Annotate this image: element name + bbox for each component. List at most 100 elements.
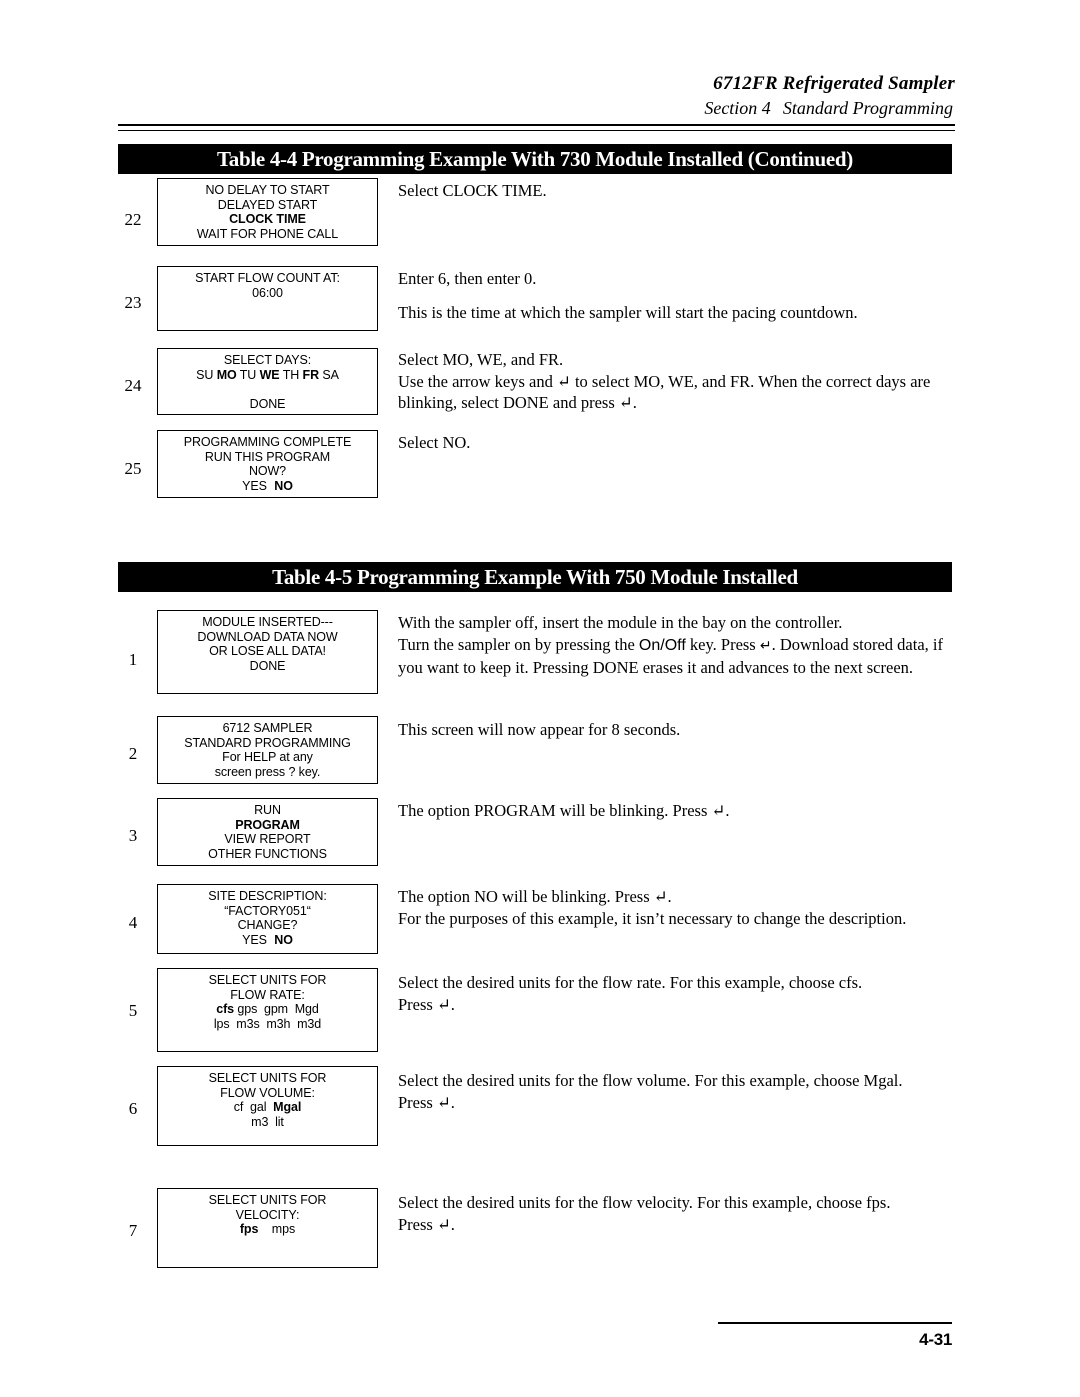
desc-paragraph: Select MO, WE, and FR. bbox=[398, 350, 564, 369]
screen-line: screen press ? key. bbox=[214, 764, 321, 779]
desc-paragraph: For the purposes of this example, it isn… bbox=[398, 908, 907, 928]
row-number: 6 bbox=[128, 1099, 138, 1118]
row-description: The option NO will be blinking. Press ↵.… bbox=[398, 886, 958, 929]
enter-key-icon: ↵ bbox=[759, 637, 772, 654]
row-number: 25 bbox=[124, 459, 142, 478]
row-description: Select the desired units for the flow vo… bbox=[398, 1070, 958, 1113]
row-number: 3 bbox=[128, 826, 138, 845]
screen-line-units: cfs gps gpm Mgd bbox=[216, 1002, 319, 1016]
desc-paragraph: This screen will now appear for 8 second… bbox=[398, 720, 681, 739]
screen-line: START FLOW COUNT AT: bbox=[195, 271, 340, 285]
desc-paragraph: Select NO. bbox=[398, 433, 471, 452]
screen-line: CHANGE? bbox=[237, 918, 298, 932]
screen-line: VIEW REPORT bbox=[224, 832, 311, 846]
lcd-screen: 6712 SAMPLER STANDARD PROGRAMMING For HE… bbox=[157, 716, 378, 784]
desc-paragraph: Press ↵. bbox=[398, 1214, 455, 1234]
row-number: 2 bbox=[128, 744, 138, 763]
screen-line-yesno: YES NO bbox=[242, 932, 293, 947]
screen-line: OTHER FUNCTIONS bbox=[208, 846, 327, 861]
desc-paragraph: Press ↵. bbox=[398, 1092, 455, 1112]
screen-line: DELAYED START bbox=[217, 197, 318, 212]
desc-paragraph: Select the desired units for the flow ve… bbox=[398, 1193, 891, 1212]
row-description: Select CLOCK TIME. bbox=[398, 180, 958, 202]
lcd-screen: SELECT UNITS FOR FLOW RATE: cfs gps gpm … bbox=[157, 968, 378, 1052]
screen-line: 6712 SAMPLER bbox=[222, 721, 313, 735]
screen-line: DONE bbox=[249, 396, 286, 411]
lcd-screen: RUN PROGRAM VIEW REPORT OTHER FUNCTIONS bbox=[157, 798, 378, 866]
row-number: 22 bbox=[124, 210, 142, 229]
screen-line-yesno: YES NO bbox=[242, 478, 293, 493]
screen-line: FLOW VOLUME: bbox=[220, 1085, 315, 1100]
row-number: 24 bbox=[124, 376, 142, 395]
page-header: 6712FR Refrigerated Sampler Section 4 Sta… bbox=[118, 72, 955, 120]
screen-line: RUN bbox=[254, 803, 281, 817]
screen-line-blank bbox=[158, 382, 377, 397]
screen-line: SELECT UNITS FOR bbox=[208, 1071, 327, 1085]
row-description: The option PROGRAM will be blinking. Pre… bbox=[398, 800, 958, 822]
screen-line: 06:00 bbox=[252, 285, 283, 300]
page-number: 4-31 bbox=[919, 1330, 952, 1349]
row-description: Select NO. bbox=[398, 432, 958, 454]
screen-line-selected: CLOCK TIME bbox=[229, 212, 306, 226]
table-4-4-caption: Table 4-4 Programming Example With 730 M… bbox=[118, 144, 952, 174]
screen-line-units: fps mps bbox=[239, 1222, 296, 1236]
desc-paragraph: The option PROGRAM will be blinking. Pre… bbox=[398, 801, 730, 820]
screen-line: For HELP at any bbox=[222, 750, 313, 764]
screen-line: RUN THIS PROGRAM bbox=[204, 449, 331, 464]
screen-line: “FACTORY051“ bbox=[224, 903, 311, 918]
screen-line: DONE bbox=[249, 658, 286, 673]
row-description: Select MO, WE, and FR. Use the arrow key… bbox=[398, 349, 958, 414]
lcd-screen: SITE DESCRIPTION: “FACTORY051“ CHANGE? Y… bbox=[157, 884, 378, 954]
row-description: Select the desired units for the flow ra… bbox=[398, 972, 958, 1015]
manual-title: 6712FR Refrigerated Sampler bbox=[713, 73, 955, 94]
desc-paragraph: This is the time at which the sampler wi… bbox=[398, 302, 858, 322]
on-off-key-label: On/Off bbox=[638, 636, 686, 654]
screen-line: PROGRAMMING COMPLETE bbox=[183, 435, 352, 449]
footer-divider-rule bbox=[718, 1322, 952, 1324]
desc-paragraph: Select the desired units for the flow vo… bbox=[398, 1071, 903, 1090]
screen-line: NOW? bbox=[248, 464, 287, 478]
screen-line-selected: PROGRAM bbox=[235, 817, 300, 832]
desc-paragraph: Press ↵. bbox=[398, 994, 455, 1014]
screen-line: FLOW RATE: bbox=[230, 987, 305, 1002]
desc-paragraph: Enter 6, then enter 0. bbox=[398, 269, 537, 288]
desc-paragraph: Select CLOCK TIME. bbox=[398, 181, 547, 200]
row-description: With the sampler off, insert the module … bbox=[398, 612, 958, 679]
section-line: Section 4 Standard Programming bbox=[118, 96, 955, 120]
screen-line-days: SU MO TU WE TH FR SA bbox=[196, 367, 339, 382]
screen-line: STANDARD PROGRAMMING bbox=[184, 735, 351, 750]
screen-line: MODULE INSERTED--- bbox=[202, 615, 333, 629]
desc-paragraph: Use the arrow keys and ↵ to select MO, W… bbox=[398, 371, 931, 413]
screen-line-units: cf gal Mgal bbox=[233, 1100, 302, 1114]
row-description: This screen will now appear for 8 second… bbox=[398, 719, 958, 741]
lcd-screen: MODULE INSERTED--- DOWNLOAD DATA NOW OR … bbox=[157, 610, 378, 694]
screen-line: SITE DESCRIPTION: bbox=[208, 889, 327, 903]
screen-line: WAIT FOR PHONE CALL bbox=[196, 226, 339, 241]
screen-line-units: m3 lit bbox=[251, 1114, 284, 1129]
desc-paragraph: The option NO will be blinking. Press ↵. bbox=[398, 887, 672, 906]
row-description: Enter 6, then enter 0. This is the time … bbox=[398, 268, 958, 323]
screen-line: VELOCITY: bbox=[235, 1207, 300, 1222]
row-number: 4 bbox=[128, 913, 138, 932]
screen-line: SELECT UNITS FOR bbox=[208, 1193, 327, 1207]
lcd-screen: NO DELAY TO START DELAYED START CLOCK TI… bbox=[157, 178, 378, 246]
screen-line: NO DELAY TO START bbox=[205, 183, 330, 197]
lcd-screen: PROGRAMMING COMPLETE RUN THIS PROGRAM NO… bbox=[157, 430, 378, 498]
screen-line-units: lps m3s m3h m3d bbox=[213, 1016, 322, 1031]
row-number: 7 bbox=[128, 1221, 138, 1240]
row-number: 1 bbox=[128, 650, 138, 669]
lcd-screen: SELECT UNITS FOR VELOCITY: fps mps bbox=[157, 1188, 378, 1268]
lcd-screen: SELECT DAYS: SU MO TU WE TH FR SA DONE bbox=[157, 348, 378, 415]
lcd-screen: START FLOW COUNT AT: 06:00 bbox=[157, 266, 378, 331]
row-description: Select the desired units for the flow ve… bbox=[398, 1192, 958, 1235]
header-divider-rule bbox=[118, 124, 955, 131]
row-number: 23 bbox=[124, 293, 142, 312]
row-number: 5 bbox=[128, 1001, 138, 1020]
section-number: Section 4 bbox=[704, 98, 771, 118]
screen-line: DOWNLOAD DATA NOW bbox=[197, 629, 338, 644]
desc-paragraph-onoff: Turn the sampler on by pressing the On/O… bbox=[398, 634, 943, 678]
lcd-screen: SELECT UNITS FOR FLOW VOLUME: cf gal Mga… bbox=[157, 1066, 378, 1146]
desc-paragraph: Select the desired units for the flow ra… bbox=[398, 973, 863, 992]
screen-line: SELECT UNITS FOR bbox=[208, 973, 327, 987]
desc-paragraph: With the sampler off, insert the module … bbox=[398, 613, 843, 632]
